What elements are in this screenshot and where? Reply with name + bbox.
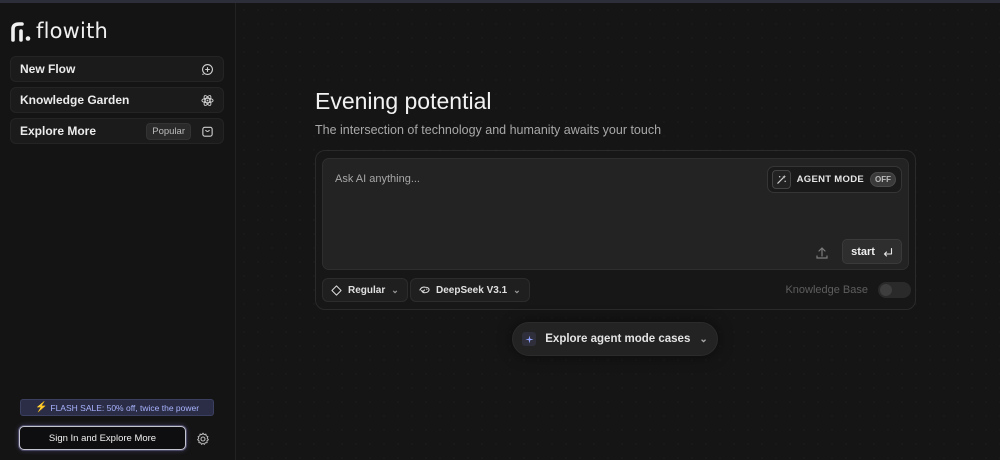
start-button[interactable]: start xyxy=(842,239,902,264)
composer-options: Regular ⌄ DeepSeek V3.1 ⌄ Knowledge Base xyxy=(322,278,911,302)
sign-in-button[interactable]: Sign In and Explore More xyxy=(19,426,186,450)
knowledge-base-toggle[interactable] xyxy=(878,282,911,298)
logo-text: flowith xyxy=(36,19,109,43)
composer: AGENT MODE OFF start Regular ⌄ xyxy=(315,150,916,310)
prompt-input[interactable] xyxy=(335,173,755,185)
explore-agent-cases-button[interactable]: Explore agent mode cases ⌄ xyxy=(512,322,718,356)
magic-wand-icon xyxy=(771,170,791,189)
sparkle-icon xyxy=(522,332,537,346)
logo[interactable]: flowith xyxy=(10,19,108,43)
knowledge-base-control[interactable]: Knowledge Base xyxy=(785,278,911,302)
flowith-logo-icon xyxy=(11,22,31,42)
model-select-value: DeepSeek V3.1 xyxy=(436,284,508,296)
gear-icon[interactable] xyxy=(196,432,210,446)
diamond-icon xyxy=(331,284,342,296)
popular-badge: Popular xyxy=(146,122,191,140)
agent-mode-state[interactable]: OFF xyxy=(870,172,896,187)
explore-cases-label: Explore agent mode cases xyxy=(545,333,691,345)
enter-key-icon xyxy=(883,247,892,257)
page-subtitle: The intersection of technology and human… xyxy=(315,123,662,137)
start-label: start xyxy=(851,245,875,258)
knowledge-base-label: Knowledge Base xyxy=(785,284,868,296)
sidebar-item-label: New Flow xyxy=(20,62,76,76)
sidebar-item-knowledge-garden[interactable]: Knowledge Garden xyxy=(10,87,224,113)
lightning-icon: ⚡ xyxy=(34,402,48,413)
atom-icon xyxy=(200,93,214,107)
chevron-down-icon: ⌄ xyxy=(513,284,521,295)
chat-plus-icon xyxy=(200,62,214,76)
main-area: Evening potential The intersection of te… xyxy=(237,3,1000,460)
model-select[interactable]: DeepSeek V3.1 ⌄ xyxy=(410,278,530,302)
flash-sale-text: FLASH SALE: 50% off, twice the power xyxy=(50,402,200,413)
bag-icon xyxy=(200,124,214,138)
mode-select-value: Regular xyxy=(348,284,386,296)
chevron-down-icon: ⌄ xyxy=(699,333,708,345)
chevron-down-icon: ⌄ xyxy=(391,284,399,295)
sidebar-item-explore-more[interactable]: Explore More Popular xyxy=(10,118,224,144)
upload-icon[interactable] xyxy=(814,245,830,261)
sidebar-item-new-flow[interactable]: New Flow xyxy=(10,56,224,82)
sidebar-item-label: Explore More xyxy=(20,124,97,138)
flash-sale-banner[interactable]: ⚡ FLASH SALE: 50% off, twice the power xyxy=(20,399,214,416)
mode-select[interactable]: Regular ⌄ xyxy=(322,278,408,302)
agent-mode-toggle[interactable]: AGENT MODE OFF xyxy=(766,166,902,193)
deepseek-icon xyxy=(419,286,430,294)
app-window: flowith New Flow Knowledge Garden Explor… xyxy=(0,0,1000,460)
agent-mode-label: AGENT MODE xyxy=(796,174,864,185)
sidebar: flowith New Flow Knowledge Garden Explor… xyxy=(0,3,236,460)
composer-input-area: AGENT MODE OFF start xyxy=(322,158,909,270)
page-title: Evening potential xyxy=(315,88,492,114)
sidebar-item-label: Knowledge Garden xyxy=(20,93,130,107)
